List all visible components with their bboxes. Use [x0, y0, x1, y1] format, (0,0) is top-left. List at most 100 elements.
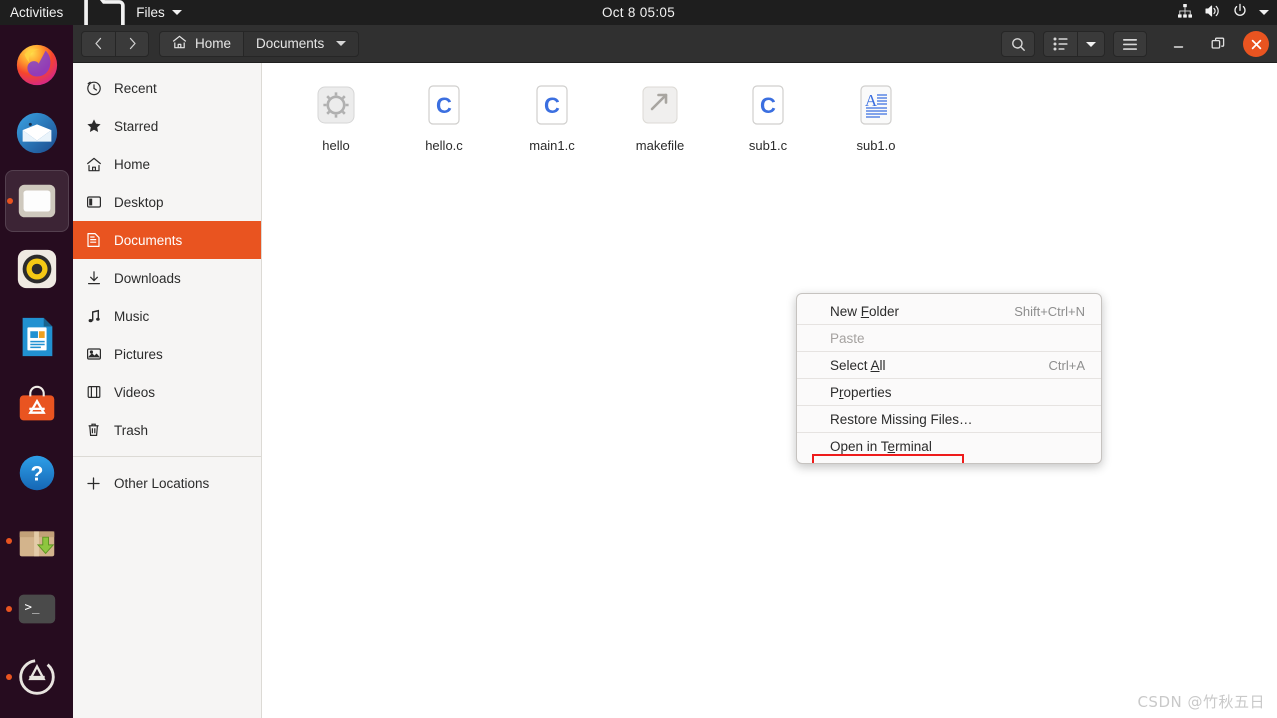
svg-text:C: C	[436, 93, 452, 118]
file-label: hello	[322, 138, 350, 153]
clock[interactable]: Oct 8 05:05	[0, 5, 1277, 20]
sidebar-item-videos[interactable]: Videos	[73, 373, 261, 411]
menu-item-accel: Ctrl+A	[1048, 357, 1085, 373]
sidebar-item-label: Recent	[114, 80, 157, 96]
sidebar-item-downloads[interactable]: Downloads	[73, 259, 261, 297]
sidebar-item-starred[interactable]: Starred	[73, 107, 261, 145]
menu-item-label: Restore Missing Files…	[830, 411, 973, 427]
status-indicators[interactable]	[1177, 0, 1269, 25]
video-icon	[85, 384, 102, 401]
dock-item-thunderbird[interactable]	[5, 102, 69, 164]
file-item[interactable]: C main1.c	[498, 81, 606, 153]
network-icon[interactable]	[1177, 3, 1193, 22]
sidebar-item-music[interactable]: Music	[73, 297, 261, 335]
chevron-down-icon[interactable]	[1259, 10, 1269, 15]
view-mode-dropdown[interactable]	[1077, 31, 1105, 57]
sidebar-item-label: Starred	[114, 118, 159, 134]
dock-item-help[interactable]: ?	[5, 442, 69, 504]
svg-text:C: C	[544, 93, 560, 118]
sidebar-item-desktop[interactable]: Desktop	[73, 183, 261, 221]
maximize-button[interactable]	[1201, 27, 1235, 61]
file-label: sub1.o	[856, 138, 896, 153]
chevron-down-icon[interactable]	[336, 41, 347, 46]
icon-grid: hello C hello.c C main1.c makefile C sub…	[262, 63, 1277, 153]
search-button[interactable]	[1001, 31, 1035, 57]
picture-icon	[85, 346, 102, 363]
breadcrumb-item-documents[interactable]: Documents	[243, 30, 360, 57]
activities-button[interactable]: Activities	[0, 5, 77, 20]
dock-item-files[interactable]	[4, 170, 69, 232]
sidebar-item-trash[interactable]: Trash	[73, 411, 261, 449]
file-label: makefile	[635, 138, 685, 153]
menu-item-new-folder[interactable]: New Folder Shift+Ctrl+N	[797, 298, 1101, 324]
c-source-icon: C	[420, 81, 468, 129]
file-label: hello.c	[425, 138, 463, 153]
svg-text:A: A	[865, 91, 878, 110]
download-icon	[85, 270, 102, 287]
dock-item-rhythmbox[interactable]	[5, 238, 69, 300]
sidebar-item-pictures[interactable]: Pictures	[73, 335, 261, 373]
text-document-icon: A	[852, 81, 900, 129]
menu-item-paste: Paste	[797, 325, 1101, 351]
home-icon	[172, 35, 187, 52]
main-menu-button[interactable]	[1113, 31, 1147, 57]
svg-text:C: C	[760, 93, 776, 118]
sidebar-item-home[interactable]: Home	[73, 145, 261, 183]
sidebar-divider	[73, 456, 261, 457]
volume-icon[interactable]	[1204, 3, 1221, 22]
running-indicator-dot	[5, 538, 12, 544]
file-label: main1.c	[529, 138, 575, 153]
context-menu[interactable]: New Folder Shift+Ctrl+N Paste Select All…	[796, 293, 1102, 464]
file-item[interactable]: C hello.c	[390, 81, 498, 153]
forward-button[interactable]	[115, 30, 149, 57]
chevron-down-icon	[1086, 41, 1096, 47]
dock-item-firefox[interactable]	[5, 34, 69, 96]
power-icon[interactable]	[1232, 3, 1248, 22]
menu-item-properties[interactable]: Properties	[797, 379, 1101, 405]
minimize-button[interactable]	[1161, 27, 1195, 61]
file-item[interactable]: C sub1.c	[714, 81, 822, 153]
breadcrumb-label: Home	[195, 36, 232, 51]
svg-text:?: ?	[30, 463, 43, 486]
menu-item-restore-missing-files[interactable]: Restore Missing Files…	[797, 406, 1101, 432]
dock-item-libreoffice-writer[interactable]	[5, 306, 69, 368]
breadcrumb-item-home[interactable]: Home	[159, 30, 244, 57]
menu-item-select-all[interactable]: Select All Ctrl+A	[797, 352, 1101, 378]
sidebar-item-recent[interactable]: Recent	[73, 69, 261, 107]
chevron-down-icon	[171, 10, 182, 15]
plus-icon	[85, 475, 102, 492]
menu-item-label: Open in Terminal	[830, 438, 932, 454]
trash-icon	[85, 422, 102, 439]
c-source-icon: C	[744, 81, 792, 129]
file-label: sub1.c	[748, 138, 788, 153]
view-mode-button[interactable]	[1043, 31, 1077, 57]
dock-item-software-updater[interactable]	[5, 646, 69, 708]
running-indicator-dot	[5, 674, 12, 680]
breadcrumb: Home Documents	[159, 30, 360, 57]
close-button[interactable]	[1243, 31, 1269, 57]
sidebar-item-label: Pictures	[114, 346, 163, 362]
sidebar-item-label: Downloads	[114, 270, 181, 286]
dock-item-terminal[interactable]: >_	[5, 578, 69, 640]
desktop-screen: Activities Files Oct 8 05:05 ? >_ Home D…	[0, 0, 1277, 718]
sidebar-item-documents[interactable]: Documents	[73, 221, 261, 259]
file-item[interactable]: A sub1.o	[822, 81, 930, 153]
music-icon	[85, 308, 102, 325]
back-button[interactable]	[81, 30, 115, 57]
gnome-top-bar: Activities Files Oct 8 05:05	[0, 0, 1277, 34]
menu-item-label: Select All	[830, 357, 886, 373]
menu-item-label: Properties	[830, 384, 892, 400]
makefile-icon	[636, 81, 684, 129]
dock-item-package-installer[interactable]	[5, 510, 69, 572]
menu-item-open-in-terminal[interactable]: Open in Terminal	[797, 433, 1101, 459]
files-window: Home Documents Recent Starred Home Deskt…	[73, 25, 1277, 718]
watermark: CSDN @竹秋五日	[1137, 693, 1265, 711]
file-item[interactable]: makefile	[606, 81, 714, 153]
sidebar-item-label: Documents	[114, 232, 183, 248]
sidebar-item-other-locations[interactable]: Other Locations	[73, 464, 261, 502]
menu-item-label: Paste	[830, 330, 865, 346]
sidebar-item-label: Music	[114, 308, 150, 324]
file-item[interactable]: hello	[282, 81, 390, 153]
file-view[interactable]: hello C hello.c C main1.c makefile C sub…	[262, 63, 1277, 718]
dock-item-ubuntu-software[interactable]	[5, 374, 69, 436]
